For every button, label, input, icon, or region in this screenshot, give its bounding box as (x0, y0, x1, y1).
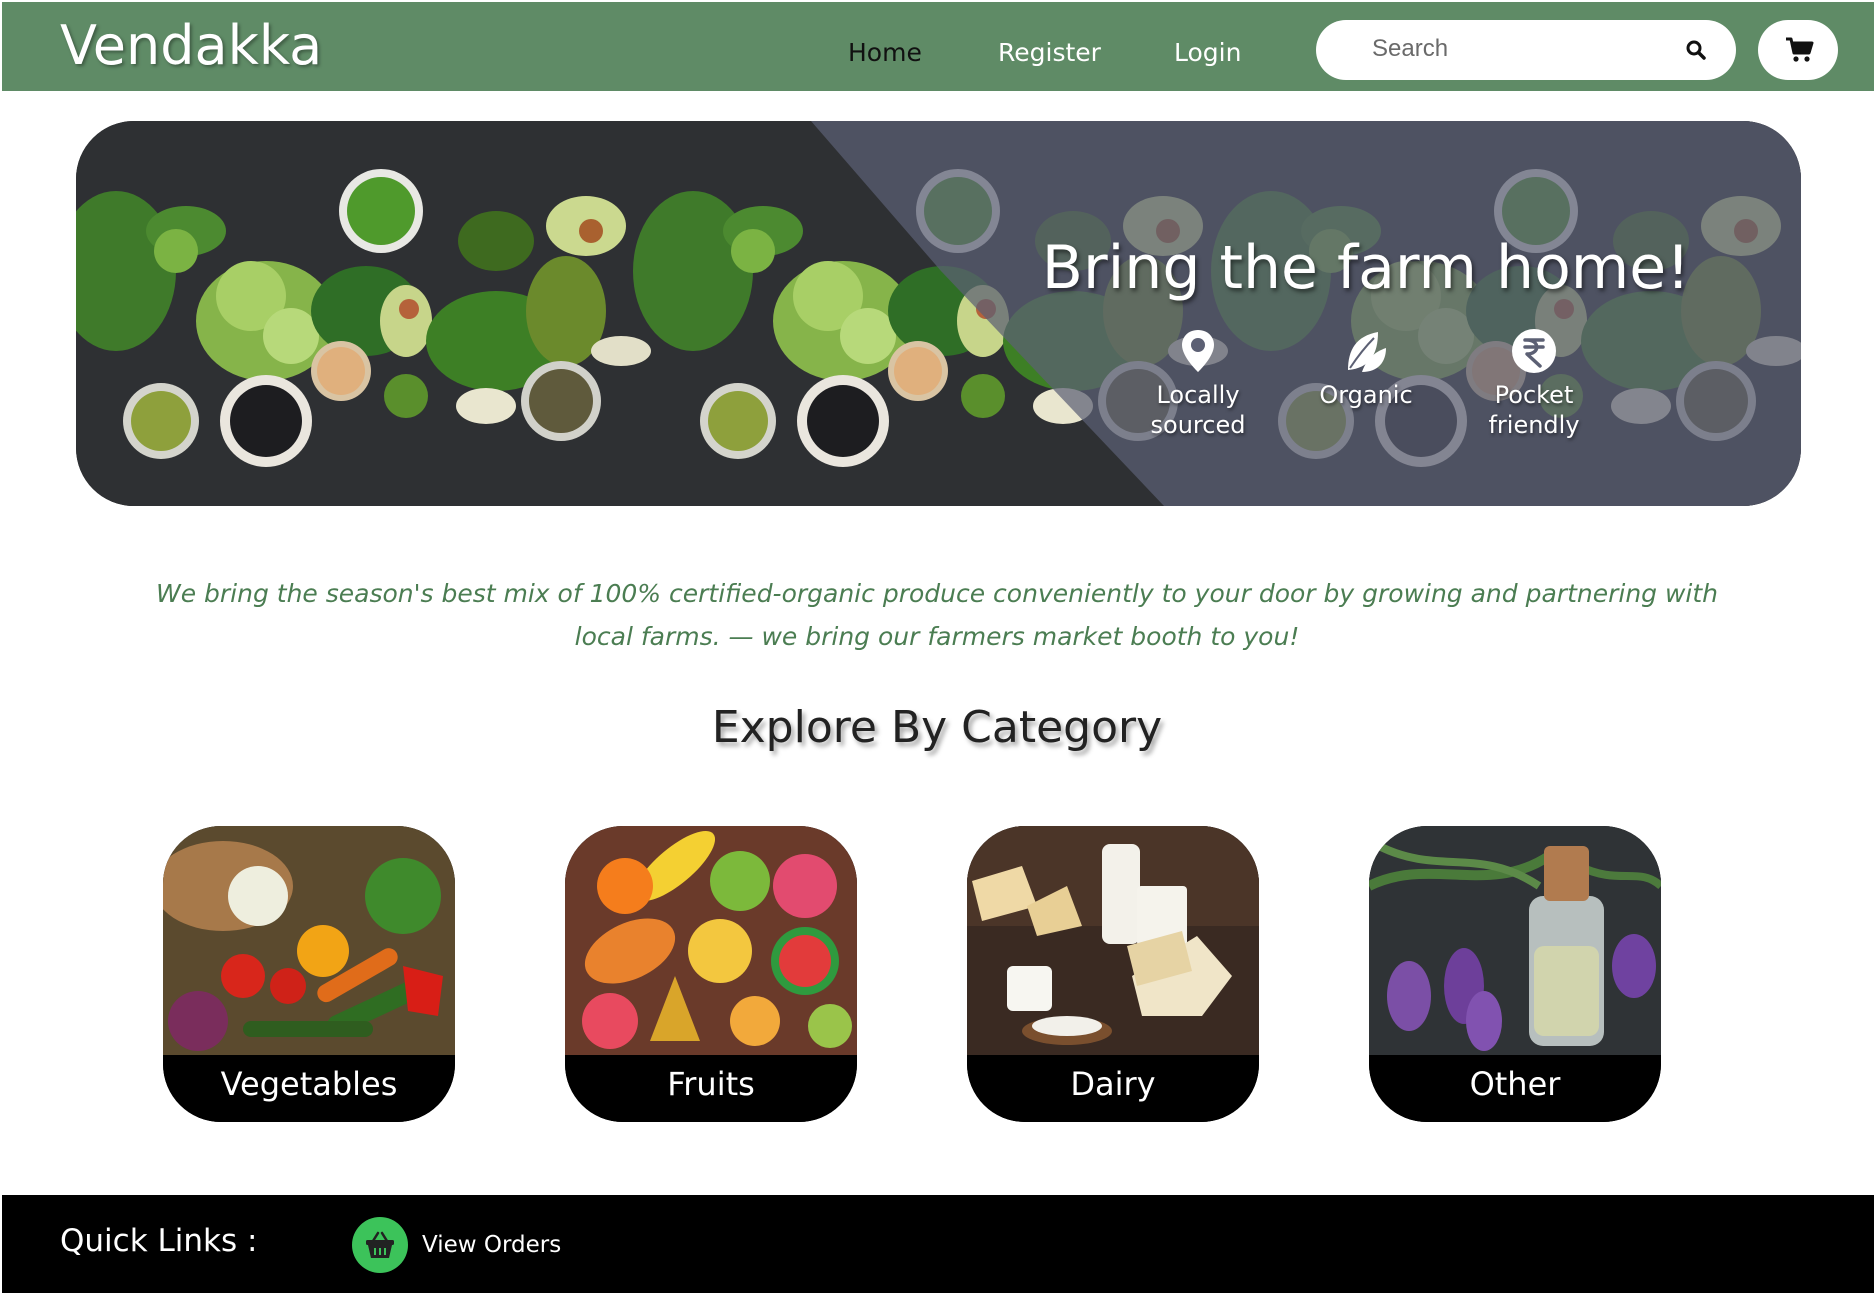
basket-icon-badge (352, 1217, 408, 1273)
search-bar (1316, 20, 1736, 80)
category-label: Fruits (565, 1055, 857, 1122)
search-icon[interactable] (1684, 38, 1708, 62)
category-card-other[interactable]: Other (1369, 826, 1661, 1122)
rupee-icon (1512, 329, 1556, 373)
category-label: Dairy (967, 1055, 1259, 1122)
shopping-cart-icon (1786, 37, 1814, 62)
tagline-line-2: local farms. — we bring our farmers mark… (574, 622, 1300, 651)
leaf-icon (1348, 332, 1386, 372)
category-card-dairy[interactable]: Dairy (967, 826, 1259, 1122)
nav-home-link[interactable]: Home (848, 38, 922, 67)
dairy-image (967, 826, 1259, 1056)
feature-label: sourced (1150, 411, 1246, 439)
vegetables-image (163, 826, 455, 1056)
basket-icon (366, 1231, 394, 1258)
top-navbar: Vendakka Home Register Login (2, 2, 1874, 91)
nav-login-link[interactable]: Login (1174, 38, 1241, 67)
category-label: Other (1369, 1055, 1661, 1122)
tagline-line-1: We bring the season's best mix of 100% c… (155, 579, 1719, 608)
feature-label: Organic (1319, 381, 1413, 409)
category-label: Vegetables (163, 1055, 455, 1122)
hero-banner: Bring the farm home! Locally sourced Org… (76, 121, 1801, 506)
category-section-title: Explore By Category (711, 702, 1163, 753)
view-orders-label: View Orders (422, 1232, 562, 1258)
quick-links-title: Quick Links : (60, 1223, 258, 1259)
search-input[interactable] (1372, 32, 1672, 66)
category-card-fruits[interactable]: Fruits (565, 826, 857, 1122)
nav-register-link[interactable]: Register (998, 38, 1101, 67)
feature-label: friendly (1488, 411, 1580, 439)
feature-locally-sourced: Locally sourced (1118, 326, 1278, 440)
cart-button[interactable] (1758, 20, 1838, 80)
brand-logo[interactable]: Vendakka (60, 14, 322, 77)
category-card-vegetables[interactable]: Vegetables (163, 826, 455, 1122)
feature-organic: Organic (1286, 326, 1446, 410)
fruits-image (565, 826, 857, 1056)
hero-title: Bring the farm home! (1041, 233, 1691, 303)
feature-label: Locally (1156, 381, 1240, 409)
feature-label: Pocket (1494, 381, 1574, 409)
tagline-text: We bring the season's best mix of 100% c… (110, 572, 1764, 658)
map-pin-icon (1182, 330, 1214, 372)
other-image (1369, 826, 1661, 1056)
feature-pocket-friendly: Pocket friendly (1454, 326, 1614, 440)
footer-bar: Quick Links : View Orders (2, 1195, 1874, 1293)
